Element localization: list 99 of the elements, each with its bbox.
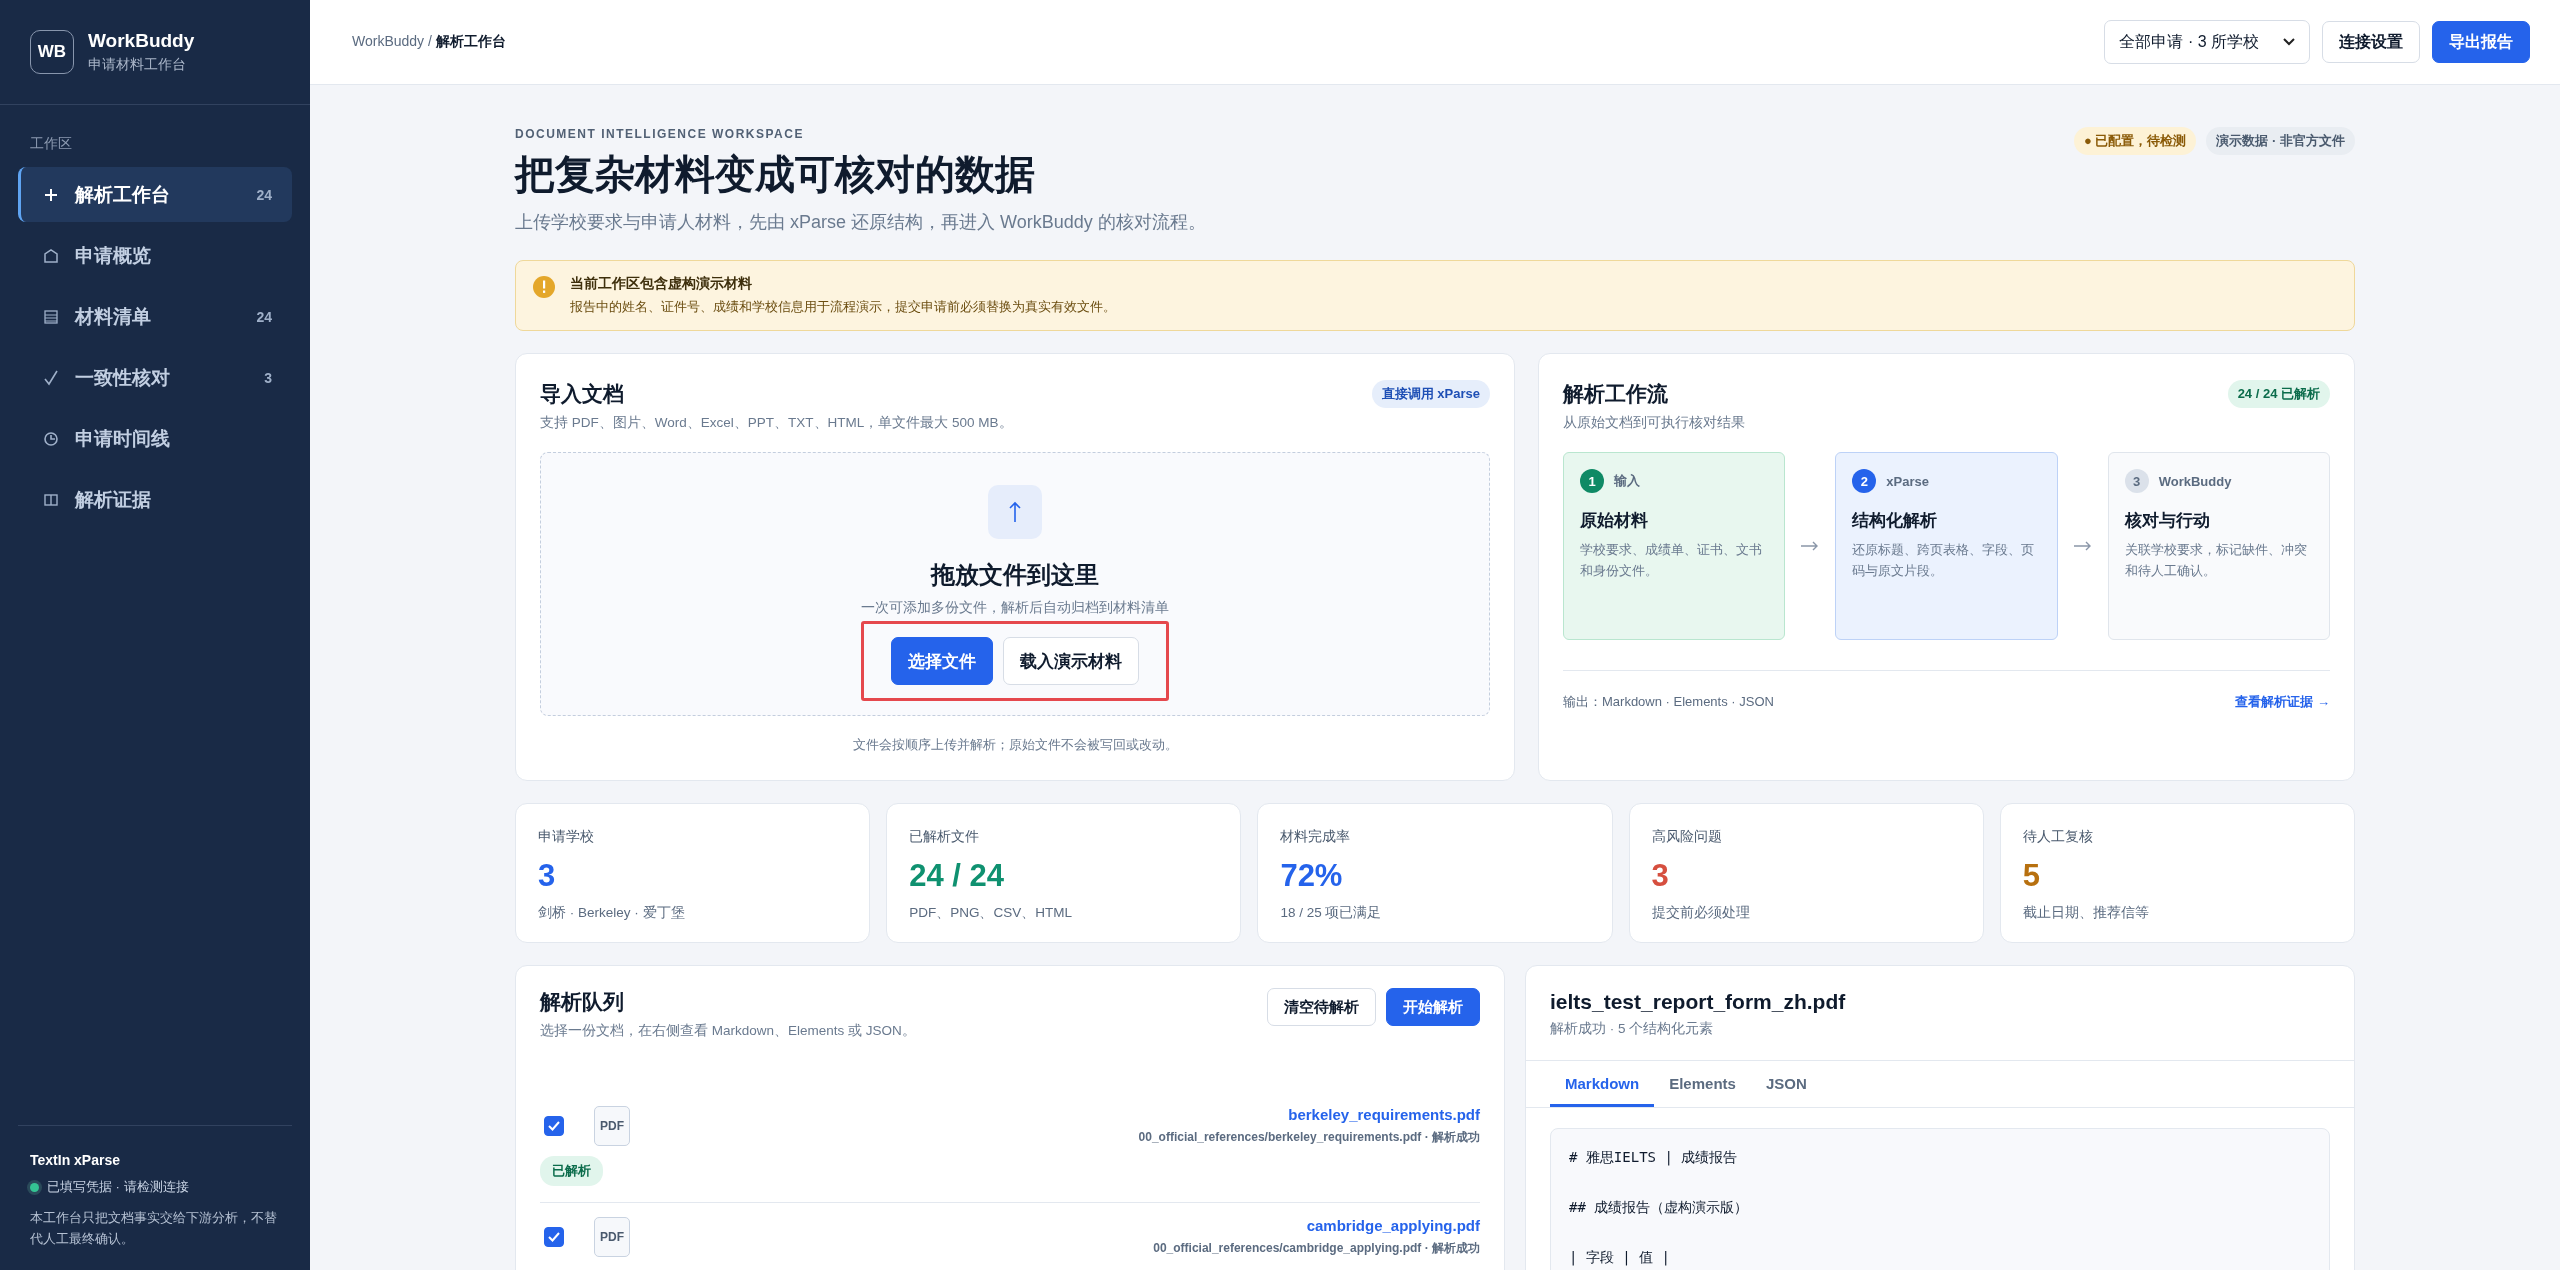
nav-item[interactable]: 解析证据 — [18, 472, 292, 527]
step-tag: 输入 — [1614, 472, 1640, 490]
nav-item[interactable]: 解析工作台 24 — [18, 167, 292, 222]
list-icon — [43, 308, 59, 325]
check-icon — [43, 369, 59, 386]
clock-icon — [43, 430, 59, 447]
file-path: 00_official_references/cambridge_applying.pdf · 解析成功 — [1153, 1240, 1480, 1257]
nav-item[interactable]: 申请时间线 — [18, 411, 292, 466]
card-subtitle: 从原始文档到可执行核对结果 — [1563, 414, 1745, 432]
drop-zone[interactable]: 拖放文件到这里 一次可添加多份文件，解析后自动归档到材料清单 选择文件 载入演示材料 — [540, 452, 1490, 716]
stat-value: 24 / 24 — [909, 858, 1005, 894]
file-name[interactable]: cambridge_applying.pdf — [1153, 1217, 1480, 1234]
tab[interactable]: Markdown — [1550, 1061, 1655, 1107]
stat-label: 材料完成率 — [1280, 828, 1352, 846]
app-name: WorkBuddy — [88, 30, 195, 52]
preview-subtitle: 解析成功 · 5 个结构化元素 — [1550, 1020, 1715, 1038]
warning-icon — [532, 275, 556, 299]
action-button[interactable]: 清空待解析 — [1267, 988, 1376, 1026]
step-title: 核对与行动 — [2124, 510, 2211, 532]
arrow-right-icon — [1801, 541, 1820, 551]
step-title: 结构化解析 — [1852, 510, 1939, 532]
file-name[interactable]: berkeley_requirements.pdf — [1138, 1106, 1480, 1123]
action-button[interactable]: 导出报告 — [2432, 21, 2530, 63]
tab[interactable]: JSON — [1750, 1061, 1822, 1107]
import-footnote: 文件会按顺序上传并解析；原始文件不会被写回或改动。 — [851, 736, 1179, 754]
card-subtitle: 支持 PDF、图片、Word、Excel、PPT、TXT、HTML，单文件最大 500 MB。 — [540, 414, 1013, 432]
output-formats: 输出：Markdown · Elements · JSON — [1563, 693, 1774, 711]
checkbox[interactable] — [544, 1116, 564, 1136]
card-title: 导入文档 — [540, 381, 625, 407]
checkmark-icon — [548, 1232, 560, 1242]
file-type-icon: PDF — [594, 1217, 630, 1257]
stat-note: 剑桥 · Berkeley · 爱丁堡 — [538, 904, 686, 922]
stat-note: 截止日期、推荐信等 — [2022, 904, 2150, 922]
stat-note: 提交前必须处理 — [1651, 904, 1751, 922]
preview-title: ielts_test_report_form_zh.pdf — [1550, 990, 1847, 1014]
stat-note: 18 / 25 项已满足 — [1280, 904, 1383, 922]
stat-label: 高风险问题 — [1651, 828, 1723, 846]
alert-title: 当前工作区包含虚构演示材料 — [570, 275, 753, 293]
evidence-link[interactable]: 查看解析证据 → — [2235, 693, 2330, 711]
step-description: 学校要求、成绩单、证书、文书和身份文件。 — [1580, 541, 1763, 580]
checkbox[interactable] — [544, 1227, 564, 1247]
stat-value: 72% — [1280, 858, 1344, 894]
code-line: ## 成绩报告（虚构演示版） — [1569, 1199, 1750, 1217]
action-button[interactable]: 选择文件 — [891, 637, 993, 685]
card-title: 解析队列 — [540, 989, 625, 1015]
stat-label: 待人工复核 — [2022, 828, 2094, 846]
step-number: 1 — [1580, 469, 1604, 493]
drop-hint: 一次可添加多份文件，解析后自动归档到材料清单 — [861, 599, 1169, 617]
scope-select[interactable]: 全部申请 · 3 所学校 — [2104, 20, 2310, 64]
status-pill: ● 已配置，待检测 — [2073, 127, 2197, 155]
action-button[interactable]: 载入演示材料 — [1003, 637, 1139, 685]
service-title: TextIn xParse — [30, 1152, 121, 1169]
connection-status: 已填写凭据 · 请检测连接 — [47, 1178, 189, 1197]
tab[interactable]: Elements — [1654, 1061, 1751, 1107]
stat-label: 已解析文件 — [909, 828, 981, 846]
plus-icon — [43, 186, 59, 203]
breadcrumb: WorkBuddy / 解析工作台 — [352, 33, 507, 51]
house-icon — [43, 247, 59, 264]
file-type-icon: PDF — [594, 1106, 630, 1146]
status-pill: 演示数据 · 非官方文件 — [2206, 127, 2355, 155]
step-description: 还原标题、跨页表格、字段、页码与原文片段。 — [1852, 541, 2036, 580]
card-tag: 直接调用 xParse — [1371, 380, 1490, 408]
nav-item[interactable]: 材料清单 24 — [18, 289, 292, 344]
code-line: # 雅思IELTS | 成绩报告 — [1569, 1149, 1739, 1167]
app-subtitle: 申请材料工作台 — [88, 56, 187, 74]
stat-value: 5 — [2022, 858, 2042, 894]
step-number: 2 — [1852, 469, 1877, 493]
section-label: 工作区 — [29, 134, 73, 153]
stat-label: 申请学校 — [538, 828, 595, 846]
stat-value: 3 — [538, 858, 557, 894]
nav-item[interactable]: 一致性核对 3 — [18, 350, 292, 405]
columns-icon — [43, 491, 59, 508]
stat-value: 3 — [1651, 858, 1670, 894]
page-title: 把复杂材料变成可核对的数据 — [515, 151, 1036, 198]
step-tag: xParse — [1886, 473, 1929, 489]
step-description: 关联学校要求，标记缺件、冲突和待人工确认。 — [2124, 541, 2308, 580]
step-title: 原始材料 — [1580, 510, 1649, 532]
chevron-down-icon — [2283, 38, 2295, 46]
alert-text: 报告中的姓名、证件号、成绩和学校信息用于流程演示，提交申请前必须替换为真实有效文件。 — [570, 299, 1116, 316]
checkmark-icon — [548, 1121, 560, 1131]
stat-note: PDF、PNG、CSV、HTML — [909, 904, 1073, 922]
card-tag: 24 / 24 已解析 — [2227, 380, 2330, 408]
app-logo: WB — [30, 30, 74, 74]
nav-item[interactable]: 申请概览 — [18, 228, 292, 283]
step-tag: WorkBuddy — [2158, 473, 2232, 489]
action-button[interactable]: 连接设置 — [2322, 21, 2420, 63]
action-button[interactable]: 开始解析 — [1386, 988, 1480, 1026]
drop-title: 拖放文件到这里 — [931, 560, 1099, 590]
status-badge: 已解析 — [540, 1156, 603, 1186]
code-line: | 字段 | 值 | — [1569, 1249, 1671, 1267]
card-title: 解析工作流 — [1563, 381, 1669, 407]
footer-note: 本工作台只把文档事实交给下游分析，不替代人工最终确认。 — [30, 1209, 278, 1249]
step-number: 3 — [2124, 469, 2149, 493]
card-subtitle: 选择一份文档，在右侧查看 Markdown、Elements 或 JSON。 — [540, 1022, 916, 1040]
eyebrow-label: DOCUMENT INTELLIGENCE WORKSPACE — [515, 127, 805, 141]
arrow-right-icon — [2073, 541, 2092, 551]
page-subtitle: 上传学校要求与申请人材料，先由 xParse 还原结构，再进入 WorkBuddy 的核对流程。 — [515, 211, 1206, 234]
status-dot-icon — [30, 1182, 39, 1192]
file-path: 00_official_references/berkeley_requirements.pdf · 解析成功 — [1138, 1129, 1480, 1146]
